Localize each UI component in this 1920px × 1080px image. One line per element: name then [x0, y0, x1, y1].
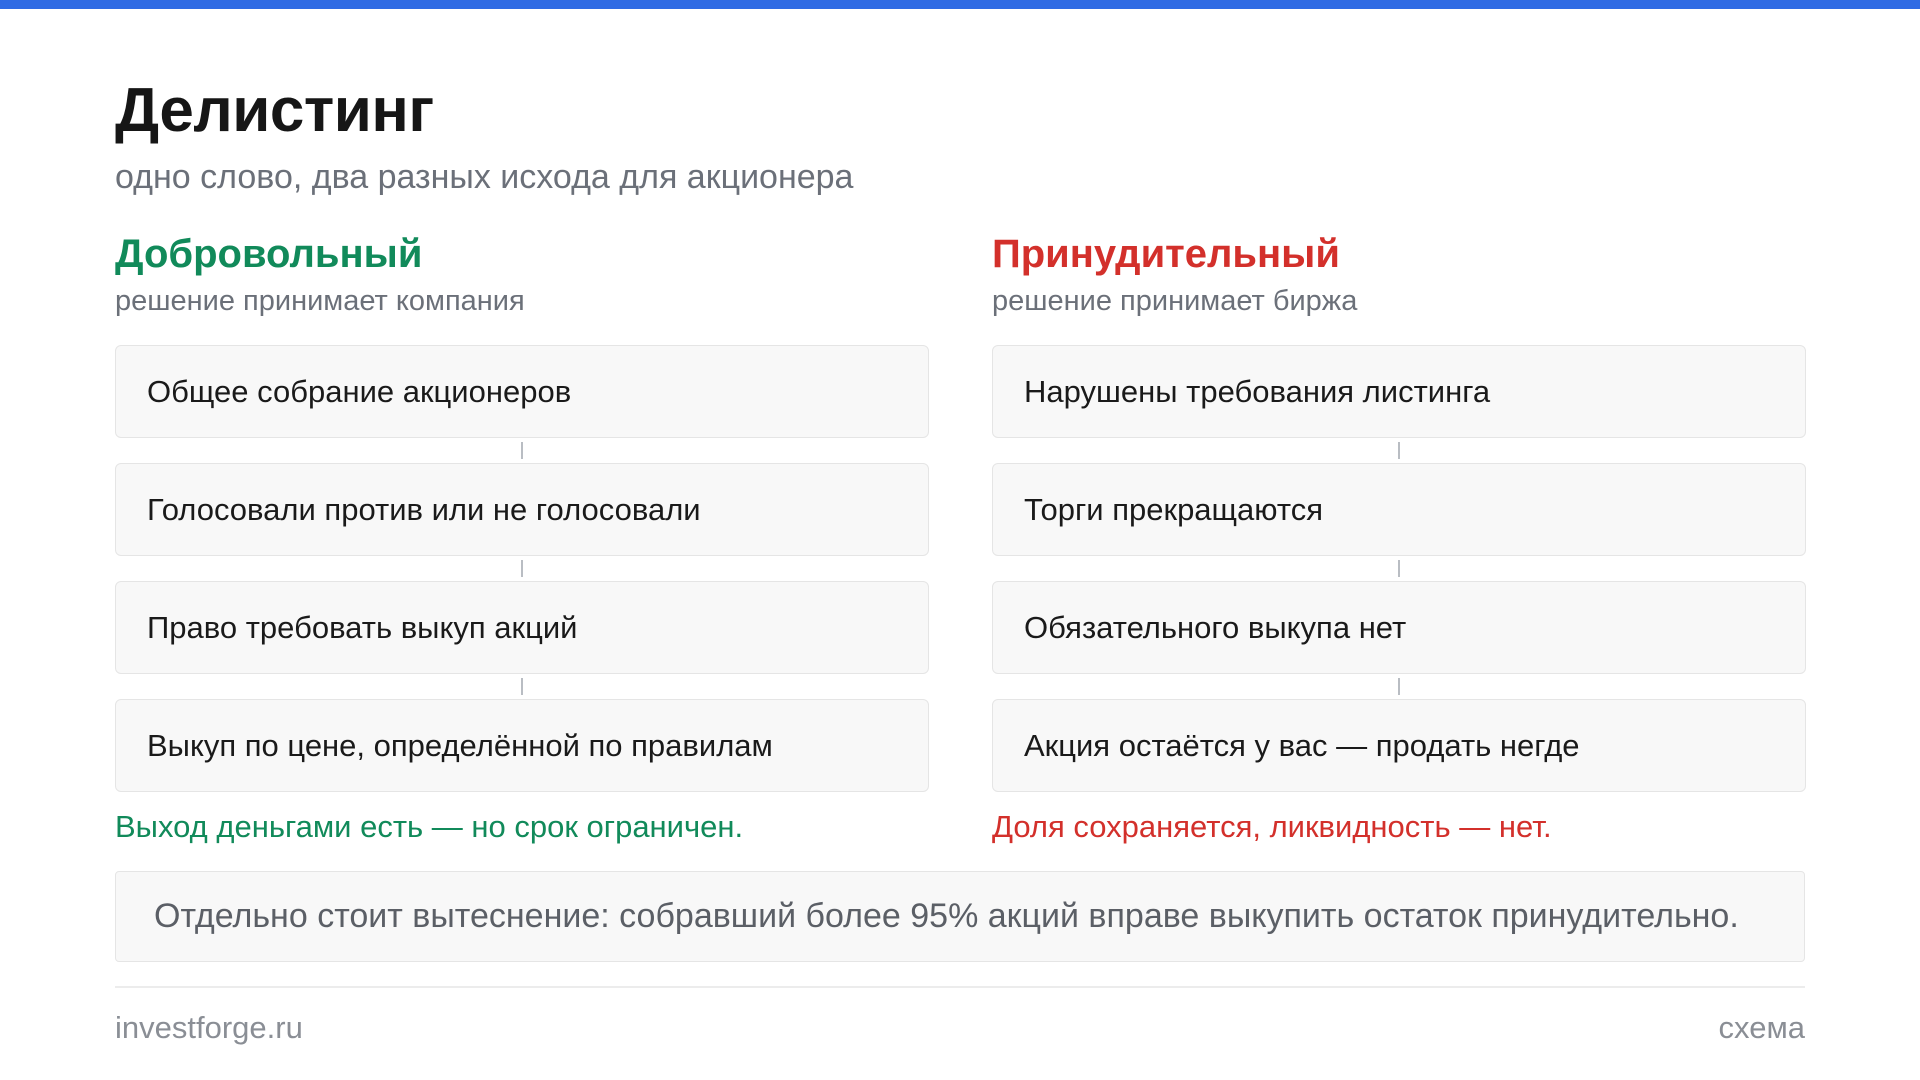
footer-label: схема — [1718, 1010, 1805, 1045]
voluntary-conclusion: Выход деньгами есть — но срок ограничен. — [115, 809, 744, 844]
forced-flow: Нарушены требования листинга Торги прекр… — [992, 345, 1806, 792]
voluntary-flow: Общее собрание акционеров Голосовали про… — [115, 345, 929, 792]
flow-step: Выкуп по цене, определённой по правилам — [115, 699, 929, 792]
flow-step: Голосовали против или не голосовали — [115, 463, 929, 556]
voluntary-column: Добровольный решение принимает компания … — [115, 228, 929, 847]
voluntary-subheading: решение принимает компания — [115, 285, 525, 317]
flow-step: Обязательного выкупа нет — [992, 581, 1806, 674]
flow-connector — [992, 674, 1806, 699]
flow-step: Общее собрание акционеров — [115, 345, 929, 438]
flow-step: Акция остаётся у вас — продать негде — [992, 699, 1806, 792]
forced-heading: Принудительный — [992, 232, 1340, 276]
page-subtitle: одно слово, два разных исхода для акцион… — [115, 158, 854, 196]
flow-connector — [992, 438, 1806, 463]
flow-connector — [115, 674, 929, 699]
forced-subheading: решение принимает биржа — [992, 285, 1358, 317]
forced-column: Принудительный решение принимает биржа Н… — [992, 228, 1806, 847]
forced-conclusion: Доля сохраняется, ликвидность — нет. — [992, 809, 1552, 844]
flow-step: Нарушены требования листинга — [992, 345, 1806, 438]
flow-step: Право требовать выкуп акций — [115, 581, 929, 674]
voluntary-heading: Добровольный — [115, 232, 423, 276]
squeeze-out-note: Отдельно стоит вытеснение: собравший бол… — [115, 871, 1805, 962]
slide: Делистинг одно слово, два разных исхода … — [115, 0, 1806, 1080]
flow-connector — [992, 556, 1806, 581]
footer-divider — [115, 986, 1805, 988]
flow-connector — [115, 438, 929, 463]
flow-step: Торги прекращаются — [992, 463, 1806, 556]
page-title: Делистинг — [115, 76, 434, 145]
flow-connector — [115, 556, 929, 581]
footer-site: investforge.ru — [115, 1010, 303, 1045]
